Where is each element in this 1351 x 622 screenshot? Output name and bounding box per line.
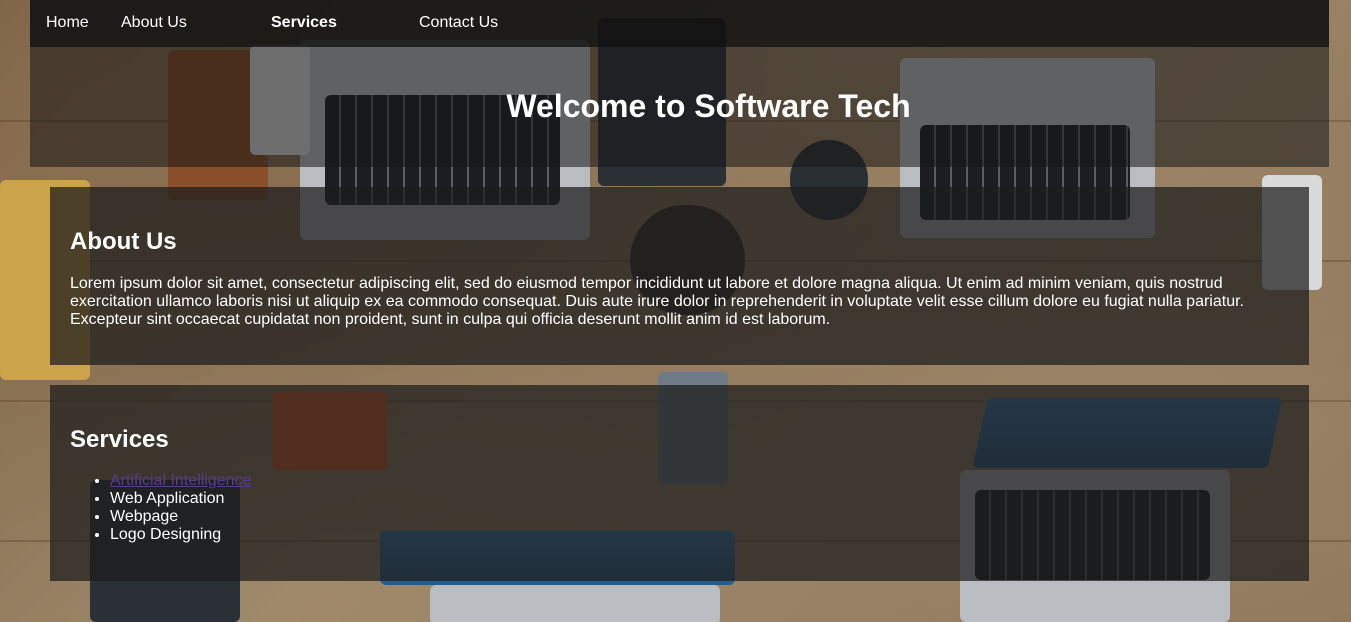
services-section: Services Artificial Intelligence Web App… bbox=[50, 385, 1309, 581]
nav-contact-link[interactable]: Contact Us bbox=[419, 14, 498, 32]
hero-banner: Welcome to Software Tech bbox=[30, 47, 1329, 167]
services-list-item: Webpage bbox=[110, 508, 251, 526]
services-list-item: Web Application bbox=[110, 490, 251, 508]
services-list-item: Artificial Intelligence bbox=[110, 472, 251, 490]
nav-services-link[interactable]: Services bbox=[271, 14, 337, 32]
page-title: Welcome to Software Tech bbox=[506, 88, 911, 124]
nav-about-link[interactable]: About Us bbox=[121, 14, 187, 32]
services-heading: Services bbox=[70, 426, 169, 453]
services-list-item: Logo Designing bbox=[110, 526, 251, 544]
about-body-text: Lorem ipsum dolor sit amet, consectetur … bbox=[70, 275, 1244, 328]
services-list: Artificial Intelligence Web Application … bbox=[70, 472, 251, 544]
top-navbar: Home About Us Services Contact Us bbox=[30, 0, 1329, 47]
about-heading: About Us bbox=[70, 228, 177, 255]
about-section: About Us Lorem ipsum dolor sit amet, con… bbox=[50, 187, 1309, 365]
nav-home-link[interactable]: Home bbox=[46, 14, 89, 32]
service-ai-link[interactable]: Artificial Intelligence bbox=[110, 472, 251, 489]
